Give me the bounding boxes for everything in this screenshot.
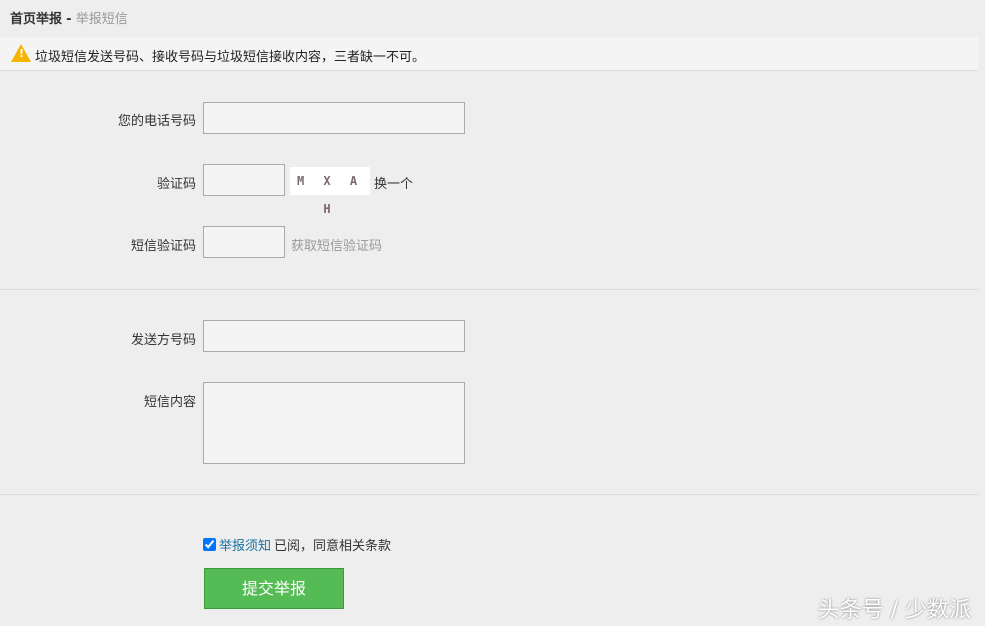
breadcrumb: 首页举报 - 举报短信 [10, 8, 128, 27]
agree-text: 已阅，同意相关条款 [274, 535, 391, 554]
phone-input[interactable] [203, 102, 465, 134]
agree-checkbox[interactable] [203, 538, 216, 551]
divider [0, 289, 978, 290]
captcha-label: 验证码 [0, 173, 196, 192]
phone-label: 您的电话号码 [0, 110, 196, 129]
breadcrumb-separator: - [66, 12, 71, 27]
watermark: 头条号 / 少数派 [818, 592, 971, 624]
warning-text: 垃圾短信发送号码、接收号码与垃圾短信接收内容，三者缺一不可。 [35, 46, 425, 65]
breadcrumb-current: 举报短信 [76, 12, 128, 27]
sms-code-label: 短信验证码 [0, 235, 196, 254]
breadcrumb-home[interactable]: 首页举报 [10, 12, 62, 27]
agree-link[interactable]: 举报须知 [219, 535, 271, 554]
agree-row: 举报须知 已阅，同意相关条款 [203, 535, 391, 554]
warning-bar: ! 垃圾短信发送号码、接收号码与垃圾短信接收内容，三者缺一不可。 [0, 37, 978, 71]
captcha-refresh-link[interactable]: 换一个 [374, 173, 413, 192]
submit-button[interactable]: 提交举报 [204, 568, 344, 609]
sms-code-input[interactable] [203, 226, 285, 258]
sender-input[interactable] [203, 320, 465, 352]
content-label: 短信内容 [0, 391, 196, 410]
captcha-image[interactable]: M X A H [290, 167, 370, 195]
captcha-input[interactable] [203, 164, 285, 196]
content-textarea[interactable] [203, 382, 465, 464]
sender-label: 发送方号码 [0, 329, 196, 348]
divider [0, 494, 978, 495]
get-sms-code-link[interactable]: 获取短信验证码 [291, 235, 382, 254]
